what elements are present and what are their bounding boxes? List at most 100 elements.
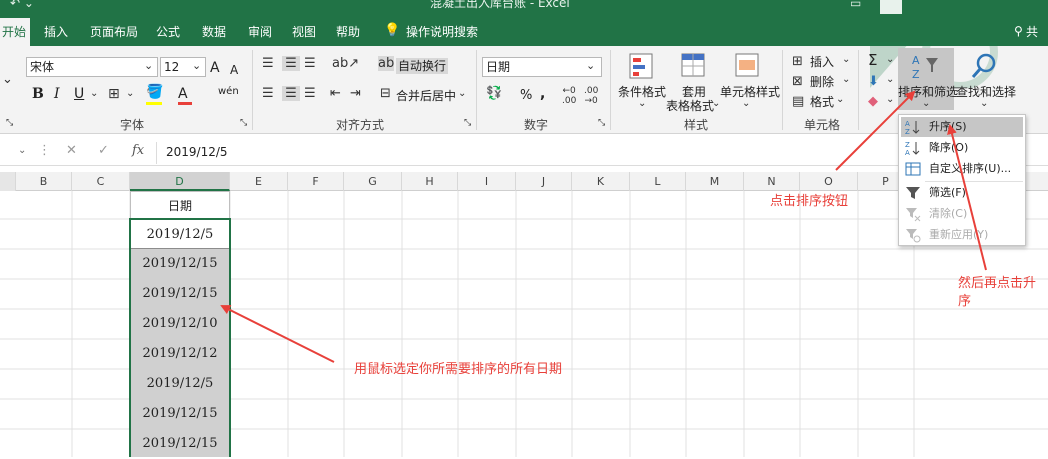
- chevron-down-icon[interactable]: ⌄: [90, 88, 98, 99]
- chevron-down-icon[interactable]: ⌄: [836, 94, 844, 105]
- align-middle-icon[interactable]: ☰: [282, 56, 300, 71]
- menu-item-sort-ascending[interactable]: AZ 升序(S): [901, 117, 1023, 137]
- align-right-icon[interactable]: ☰: [304, 86, 316, 101]
- column-header[interactable]: O: [800, 172, 858, 191]
- cancel-entry-icon[interactable]: ✕: [66, 143, 77, 158]
- chevron-down-icon[interactable]: ⌄: [980, 98, 988, 109]
- tab-review[interactable]: 审阅: [242, 18, 278, 46]
- format-cells-button[interactable]: 格式: [810, 94, 834, 110]
- underline-button[interactable]: U: [74, 86, 84, 102]
- number-dialog-launcher-icon[interactable]: ⤡: [598, 118, 605, 128]
- column-header[interactable]: N: [744, 172, 800, 191]
- increase-indent-icon[interactable]: ⇥: [350, 86, 361, 101]
- font-color-swatch: [178, 102, 192, 105]
- chevron-down-icon[interactable]: ⌄: [886, 94, 894, 105]
- group-separator: [610, 50, 611, 130]
- chevron-down-icon[interactable]: ⌄: [586, 59, 595, 72]
- tab-home[interactable]: 开始: [0, 18, 30, 46]
- column-header[interactable]: H: [402, 172, 458, 191]
- chevron-down-icon[interactable]: ⌄: [842, 54, 850, 65]
- tab-formulas[interactable]: 公式: [150, 18, 186, 46]
- alignment-dialog-launcher-icon[interactable]: ⤡: [464, 118, 471, 128]
- menu-item-filter[interactable]: 筛选(F): [901, 183, 1023, 203]
- decrease-decimal-icon[interactable]: .00 →0: [584, 86, 598, 106]
- currency-icon[interactable]: 💱: [486, 86, 502, 101]
- clipboard-dialog-launcher-icon[interactable]: ⤡: [6, 118, 13, 128]
- percent-button[interactable]: %: [520, 88, 532, 104]
- svg-text:Z: Z: [905, 141, 910, 149]
- ribbon-display-icon[interactable]: ▭: [850, 0, 861, 10]
- merge-center-button[interactable]: 合并后居中: [396, 88, 456, 104]
- autosum-button[interactable]: Σ: [868, 52, 877, 68]
- clipboard-expand-icon[interactable]: ⌄: [2, 72, 13, 87]
- share-icon[interactable]: ⚲: [1014, 24, 1023, 38]
- account-avatar[interactable]: [880, 0, 902, 14]
- column-header[interactable]: L: [630, 172, 686, 191]
- chevron-down-icon[interactable]: ⌄: [842, 74, 850, 85]
- column-header[interactable]: K: [572, 172, 630, 191]
- format-as-table-button[interactable]: 表格格式: [666, 98, 714, 114]
- column-header[interactable]: E: [230, 172, 288, 191]
- decrease-indent-icon[interactable]: ⇤: [330, 86, 341, 101]
- column-header[interactable]: C: [72, 172, 130, 191]
- number-format-select[interactable]: 日期: [482, 57, 602, 77]
- fill-down-icon[interactable]: ⬇: [868, 74, 879, 89]
- clear-icon[interactable]: ◆: [868, 94, 878, 109]
- align-bottom-icon[interactable]: ☰: [304, 56, 316, 71]
- tab-page-layout[interactable]: 页面布局: [84, 18, 144, 46]
- chevron-down-icon[interactable]: ⌄: [922, 98, 930, 109]
- column-header[interactable]: B: [16, 172, 72, 191]
- insert-cells-button[interactable]: 插入: [810, 54, 834, 70]
- enter-entry-icon[interactable]: ✓: [98, 143, 109, 158]
- chevron-down-icon[interactable]: ⌄: [638, 98, 646, 109]
- magnifier-icon: [971, 53, 996, 78]
- menu-item-custom-sort[interactable]: 自定义排序(U)...: [901, 159, 1023, 179]
- phonetic-guide-button[interactable]: wén: [218, 84, 239, 100]
- align-left-icon[interactable]: ☰: [262, 86, 274, 101]
- tell-me-search[interactable]: 操作说明搜索: [400, 18, 484, 46]
- italic-button[interactable]: I: [54, 86, 60, 102]
- select-all-corner[interactable]: [0, 172, 16, 191]
- insert-function-button[interactable]: fx: [132, 143, 144, 158]
- wrap-text-button[interactable]: 自动换行: [396, 58, 449, 74]
- border-icon[interactable]: ⊞: [108, 86, 120, 102]
- column-header[interactable]: I: [458, 172, 516, 191]
- tab-insert[interactable]: 插入: [38, 18, 74, 46]
- increase-decimal-icon[interactable]: ←0.00: [562, 86, 576, 106]
- orientation-icon[interactable]: ab↗: [332, 56, 359, 71]
- undo-icon[interactable]: ↶ ⌄: [10, 0, 34, 10]
- tab-help[interactable]: 帮助: [330, 18, 366, 46]
- tab-view[interactable]: 视图: [286, 18, 322, 46]
- comma-button[interactable]: ,: [540, 86, 545, 102]
- alignment-group-label: 对齐方式: [336, 118, 385, 132]
- chevron-down-icon[interactable]: ⌄: [144, 59, 153, 72]
- formula-input[interactable]: 2019/12/5: [166, 145, 228, 159]
- chevron-down-icon[interactable]: ⌄: [886, 74, 894, 85]
- conditional-formatting-icon: [629, 53, 653, 79]
- font-dialog-launcher-icon[interactable]: ⤡: [240, 118, 247, 128]
- header-cell[interactable]: 日期: [130, 191, 230, 219]
- column-header[interactable]: M: [686, 172, 744, 191]
- tab-data[interactable]: 数据: [196, 18, 232, 46]
- shrink-font-button[interactable]: A: [230, 62, 238, 78]
- chevron-down-icon[interactable]: ⌄: [886, 54, 894, 65]
- chevron-down-icon[interactable]: ⌄: [192, 59, 201, 72]
- chevron-down-icon[interactable]: ⌄: [126, 88, 134, 99]
- font-name-select[interactable]: 宋体: [26, 57, 158, 77]
- align-top-icon[interactable]: ☰: [262, 56, 274, 71]
- column-header-selected[interactable]: D: [130, 172, 230, 191]
- grow-font-button[interactable]: A: [210, 60, 220, 76]
- font-color-button[interactable]: A: [178, 86, 188, 102]
- worksheet-grid[interactable]: 日期 2019/12/5 2019/12/15 2019/12/15 2019/…: [0, 191, 1048, 457]
- chevron-down-icon[interactable]: ⌄: [742, 98, 750, 109]
- menu-item-sort-descending[interactable]: ZA 降序(O): [901, 138, 1023, 158]
- delete-cells-button[interactable]: 删除: [810, 74, 834, 90]
- bold-button[interactable]: B: [32, 86, 44, 102]
- chevron-down-icon[interactable]: ⌄: [458, 88, 466, 99]
- fill-color-icon[interactable]: 🪣: [146, 84, 163, 100]
- column-header[interactable]: F: [288, 172, 344, 191]
- column-header[interactable]: G: [344, 172, 402, 191]
- column-header[interactable]: J: [516, 172, 572, 191]
- name-box-dropdown-icon[interactable]: ⌄: [18, 145, 26, 156]
- align-center-icon[interactable]: ☰: [282, 86, 300, 101]
